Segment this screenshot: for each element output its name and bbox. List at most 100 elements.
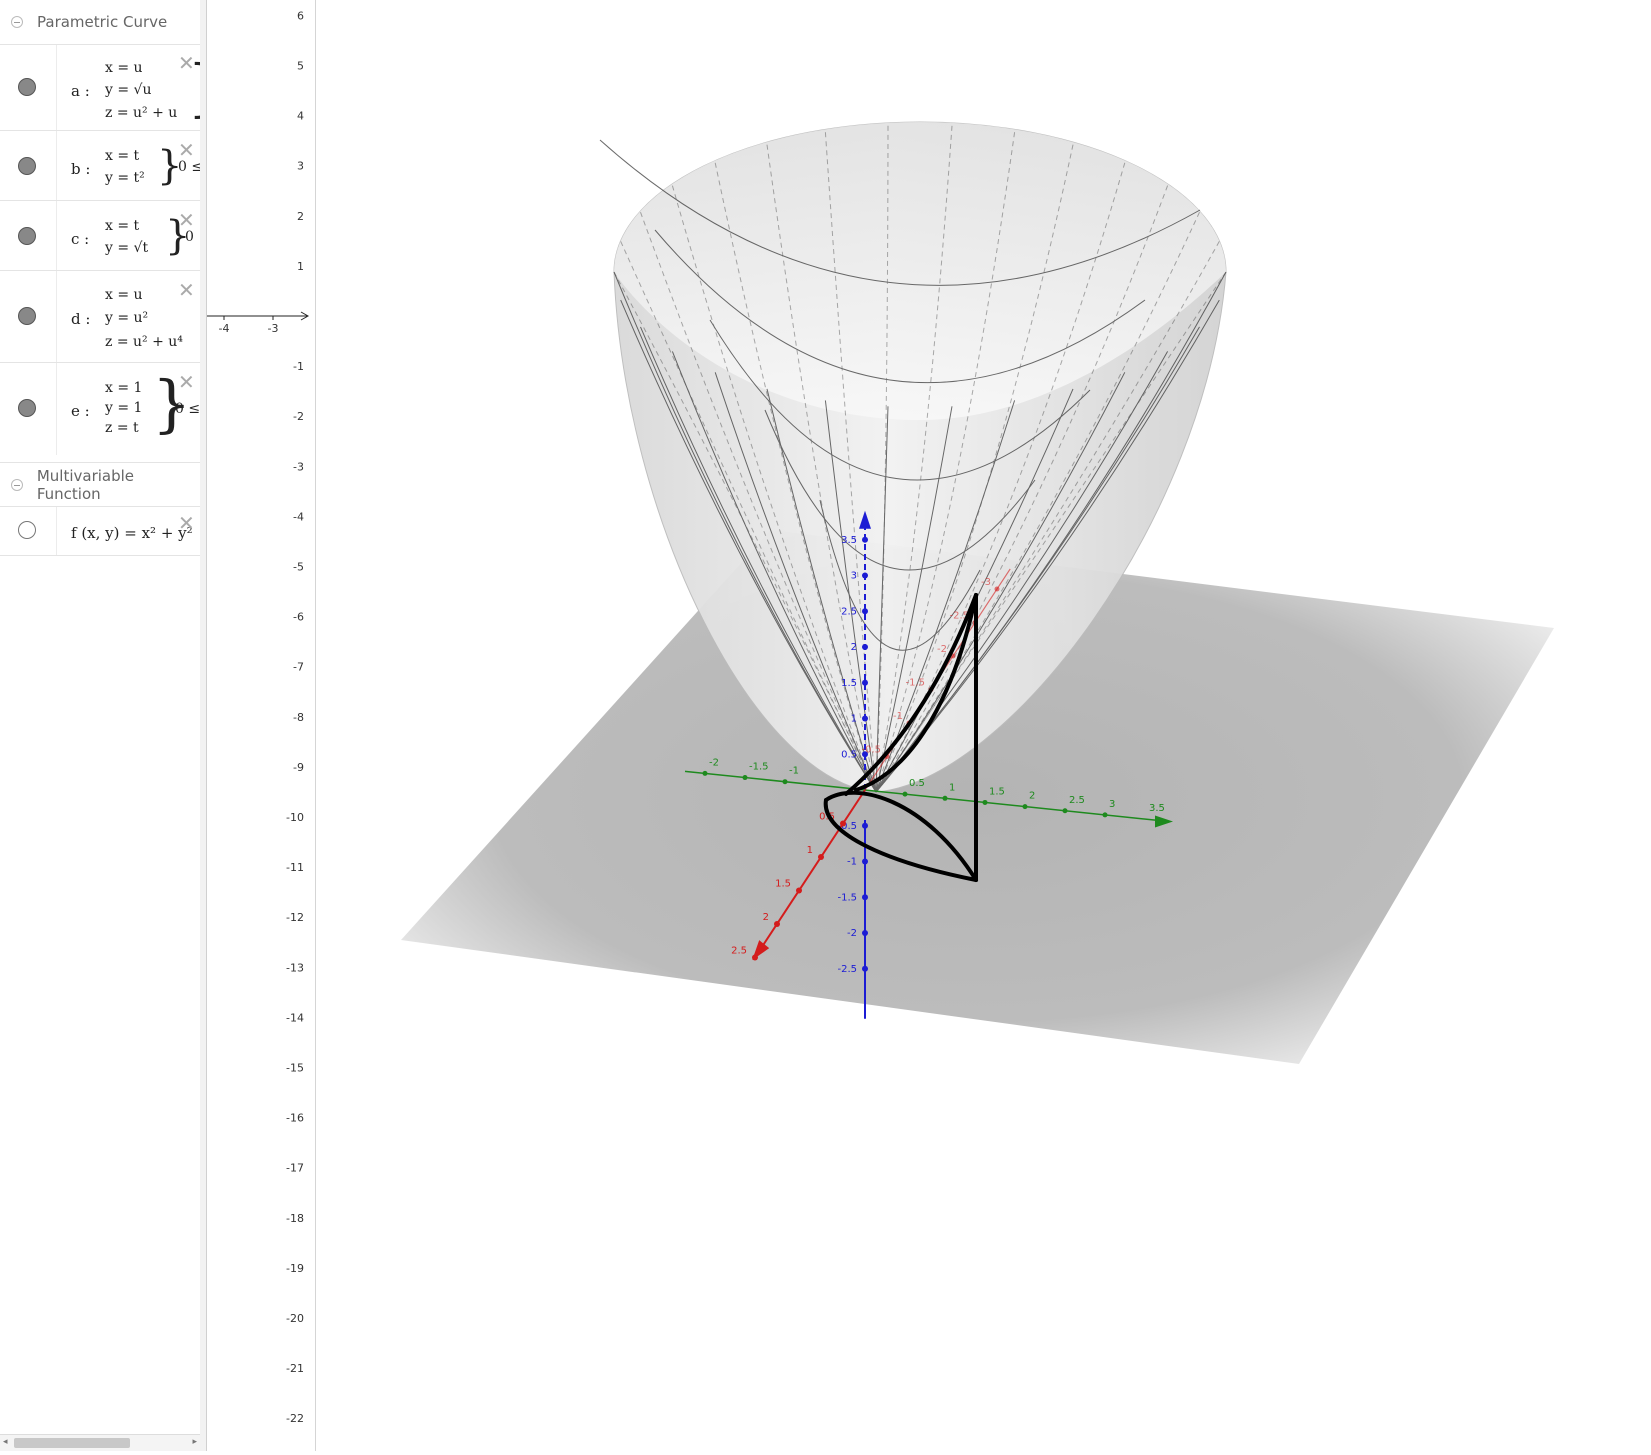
y-tick-label: 3 <box>297 160 304 173</box>
y-tick <box>1102 812 1108 818</box>
z-tick <box>862 608 868 615</box>
y-tick-label: -1.5 <box>749 762 769 773</box>
item-label: e : <box>71 402 90 420</box>
equation-line: z = u² + u <box>105 105 178 121</box>
z-tick-label: 0.5 <box>841 749 857 760</box>
y-tick-label: -11 <box>286 861 304 874</box>
item-label: b : <box>71 160 91 178</box>
y-tick-label: -10 <box>286 811 304 824</box>
x-tick <box>752 954 758 961</box>
x-tick <box>840 820 846 827</box>
algebra-item-d[interactable]: d : x = u y = u² z = u² + u⁴ ✕ <box>0 270 200 363</box>
x-tick <box>796 887 802 894</box>
y-tick-label: -15 <box>286 1062 304 1075</box>
x-tick-label: 2 <box>763 912 769 923</box>
z-tick-label: 1.5 <box>841 678 857 689</box>
equation-line: x = 1 <box>105 380 143 396</box>
z-tick <box>862 822 868 829</box>
x-tick-label: -0.5 <box>861 745 881 756</box>
scrollbar-thumb[interactable] <box>14 1438 130 1448</box>
z-tick <box>862 930 868 936</box>
equation-line: y = t² <box>105 170 145 186</box>
y-tick-label: 2 <box>297 210 304 223</box>
x-tick-label: 1 <box>807 845 813 856</box>
equation-line: y = √u <box>105 82 152 98</box>
visibility-toggle-b[interactable] <box>18 157 36 175</box>
graphics-2d-canvas[interactable]: 6 5 4 3 2 1 -1 -2 -3 -4 -5 -6 -7 -8 -9 -10 -11 -12 -13 -14 -… <box>207 0 315 1451</box>
equation-line: z = t <box>105 420 139 436</box>
graphics-3d-canvas[interactable]: 3.5 3 2.5 2 1.5 1 0.5 -0.5 -1 -1.5 -2 -2.5 -2 -1.5 -1 0… <box>316 0 1651 1451</box>
item-label: c : <box>71 230 90 248</box>
item-label: d : <box>71 310 91 328</box>
equation-line: y = u² <box>105 310 149 326</box>
x-tick-label: 2.5 <box>731 946 747 957</box>
collapse-icon[interactable] <box>11 16 23 28</box>
graphics-3d-view[interactable]: 3.5 3 2.5 2 1.5 1 0.5 -0.5 -1 -1.5 -2 -2.5 -2 -1.5 -1 0… <box>316 0 1651 1451</box>
y-tick-label: -12 <box>286 911 304 924</box>
horizontal-scrollbar[interactable]: ◂ ▸ <box>0 1434 200 1451</box>
group-title: Parametric Curve <box>37 13 168 31</box>
y-tick-label: 0.5 <box>909 778 925 789</box>
y-tick-label: -16 <box>286 1112 304 1125</box>
equation-line: z = u² + u⁴ <box>105 334 183 350</box>
equation-line: y = √t <box>105 240 149 256</box>
y-tick-label: 2 <box>1029 791 1035 802</box>
z-tick <box>862 715 868 722</box>
y-tick-label: 6 <box>297 9 304 22</box>
y-tick-label: -17 <box>286 1162 304 1175</box>
y-tick-label: 1 <box>949 782 955 793</box>
scroll-right-icon[interactable]: ▸ <box>192 1437 197 1447</box>
equation-line: x = t <box>105 148 140 164</box>
delete-icon[interactable]: ✕ <box>178 210 195 230</box>
y-tick-label: -14 <box>286 1011 304 1024</box>
y-tick-label: 1 <box>297 260 304 273</box>
visibility-toggle-e[interactable] <box>18 399 36 417</box>
z-tick <box>862 858 868 865</box>
y-tick-label: -19 <box>286 1262 304 1275</box>
delete-icon[interactable]: ✕ <box>178 280 195 300</box>
delete-icon[interactable]: ✕ <box>178 140 195 160</box>
visibility-toggle-c[interactable] <box>18 227 36 245</box>
condition-text: 0 ≤ <box>175 401 201 417</box>
z-tick-label: 2 <box>851 642 857 653</box>
y-tick <box>1022 804 1028 810</box>
delete-icon[interactable]: ✕ <box>178 372 195 392</box>
delete-icon[interactable]: ✕ <box>178 53 195 73</box>
view-divider[interactable] <box>200 0 207 1451</box>
algebra-item-e[interactable]: e : x = 1 y = 1 z = t } 0 ≤ ✕ <box>0 362 200 455</box>
group-header-multivariable-function[interactable]: Multivariable Function <box>0 462 200 507</box>
collapse-icon[interactable] <box>11 479 23 491</box>
algebra-item-f[interactable]: f (x, y) = x² + y² ✕ <box>0 506 200 556</box>
y-tick-label: 3.5 <box>1149 803 1165 814</box>
y-tick-label: -2 <box>293 410 304 423</box>
group-title: Multivariable Function <box>36 467 135 503</box>
algebra-item-c[interactable]: c : x = t y = √t } 0 ✕ <box>0 200 200 271</box>
y-tick-label: -2 <box>709 757 719 768</box>
visibility-toggle-a[interactable] <box>18 78 36 96</box>
z-tick-label: 1 <box>851 714 857 725</box>
algebra-item-a[interactable]: a : x = u y = √u z = u² + u } ✕ <box>0 44 200 131</box>
y-tick <box>1062 808 1068 814</box>
scroll-left-icon[interactable]: ◂ <box>3 1437 8 1447</box>
y-tick-label: -22 <box>286 1412 304 1425</box>
z-tick-label: -1.5 <box>837 892 857 903</box>
y-tick-label: 2.5 <box>1069 795 1085 806</box>
y-tick <box>702 770 708 776</box>
x-tick-label: -1 <box>893 711 903 722</box>
y-tick-label: -13 <box>286 961 304 974</box>
graphics-2d-view[interactable]: 6 5 4 3 2 1 -1 -2 -3 -4 -5 -6 -7 -8 -9 -10 -11 -12 -13 -14 -… <box>207 0 316 1451</box>
visibility-toggle-f[interactable] <box>18 521 36 539</box>
visibility-toggle-d[interactable] <box>18 307 36 325</box>
algebra-item-b[interactable]: b : x = t y = t² } 0 ≤ ✕ <box>0 130 200 201</box>
y-tick-label: -5 <box>293 561 304 574</box>
z-tick-label: -2 <box>847 928 857 939</box>
item-label: a : <box>71 82 90 100</box>
z-tick <box>862 644 868 650</box>
group-header-parametric-curve[interactable]: Parametric Curve <box>0 0 200 44</box>
y-tick-label: -18 <box>286 1212 304 1225</box>
y-tick-label: -4 <box>293 510 304 523</box>
x-tick-label: -1.5 <box>905 678 925 689</box>
y-tick-label: 3 <box>1109 799 1115 810</box>
delete-icon[interactable]: ✕ <box>178 513 195 533</box>
z-tick-label: -2.5 <box>837 964 857 975</box>
